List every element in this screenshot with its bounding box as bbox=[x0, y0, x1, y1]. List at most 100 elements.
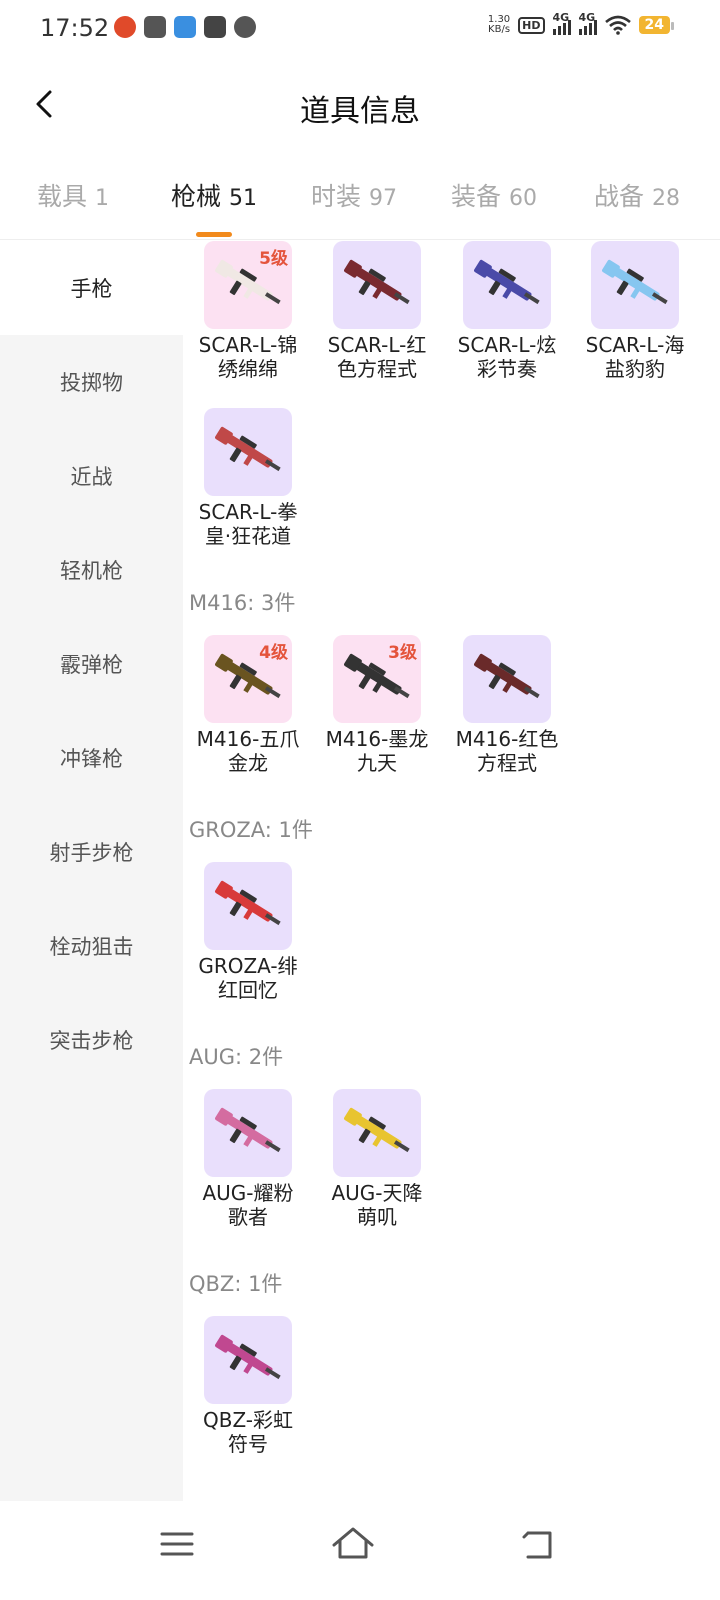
tab-equipment[interactable]: 装备 60 bbox=[451, 177, 537, 213]
weapon-thumbnail bbox=[591, 241, 679, 329]
category-tabs: 载具 1 枪械 51 时装 97 装备 60 战备 28 bbox=[0, 165, 720, 240]
weapon-thumbnail bbox=[333, 1089, 421, 1177]
weapon-thumbnail bbox=[463, 635, 551, 723]
weapon-thumbnail bbox=[204, 862, 292, 950]
group-label-aug: AUG: 2件 bbox=[189, 1045, 284, 1069]
rifle-icon bbox=[602, 259, 668, 305]
weapon-skin-item[interactable]: SCAR-L-海 盐豹豹 bbox=[570, 241, 700, 381]
group-label-groza: GROZA: 1件 bbox=[189, 818, 313, 842]
rifle-icon bbox=[344, 259, 410, 305]
rifle-icon bbox=[215, 880, 281, 926]
tab-label: 装备 bbox=[451, 182, 502, 211]
weapon-skin-item[interactable]: QBZ-彩虹 符号 bbox=[183, 1316, 313, 1456]
weapon-thumbnail: 3级 bbox=[333, 635, 421, 723]
weapon-thumbnail bbox=[204, 1089, 292, 1177]
wifi-icon bbox=[604, 15, 631, 35]
weapon-thumbnail bbox=[204, 1316, 292, 1404]
tab-guns[interactable]: 枪械 51 bbox=[171, 177, 257, 213]
return-icon bbox=[522, 1531, 552, 1559]
rifle-icon bbox=[215, 1334, 281, 1380]
sidebar-item-bolt-action[interactable]: 栓动狙击 bbox=[0, 899, 183, 993]
group-label-qbz: QBZ: 1件 bbox=[189, 1272, 283, 1296]
sidebar-item-smg[interactable]: 冲锋枪 bbox=[0, 711, 183, 805]
sidebar-item-melee[interactable]: 近战 bbox=[0, 429, 183, 523]
tab-count: 28 bbox=[651, 186, 680, 211]
weapon-skin-name: QBZ-彩虹 符号 bbox=[202, 1408, 294, 1456]
system-nav-bar bbox=[0, 1501, 720, 1600]
sidebar-item-pistol[interactable]: 手枪 bbox=[0, 241, 183, 335]
rifle-icon bbox=[474, 259, 540, 305]
sidebar-item-dmr[interactable]: 射手步枪 bbox=[0, 805, 183, 899]
app-notification-icon bbox=[144, 16, 166, 38]
weapon-skin-item[interactable]: SCAR-L-炫 彩节奏 bbox=[442, 241, 572, 381]
weapon-skin-item[interactable]: SCAR-L-拳 皇·狂花道 bbox=[183, 408, 313, 548]
weapon-thumbnail bbox=[204, 408, 292, 496]
weapon-thumbnail bbox=[463, 241, 551, 329]
weapon-skin-item[interactable]: GROZA-绯 红回忆 bbox=[183, 862, 313, 1002]
weapon-skin-name: GROZA-绯 红回忆 bbox=[198, 954, 298, 1002]
weapon-skin-name: SCAR-L-拳 皇·狂花道 bbox=[198, 500, 298, 548]
weapon-skin-name: SCAR-L-炫 彩节奏 bbox=[457, 333, 557, 381]
signal-label: 4G bbox=[578, 11, 596, 24]
mail-icon bbox=[204, 16, 226, 38]
notification-icons bbox=[114, 16, 256, 38]
level-badge: 3级 bbox=[388, 643, 417, 663]
home-button[interactable] bbox=[328, 1519, 378, 1569]
battery-icon: 24 bbox=[638, 16, 675, 34]
active-tab-indicator bbox=[196, 232, 232, 237]
tab-label: 枪械 bbox=[171, 182, 222, 211]
weapon-thumbnail bbox=[333, 241, 421, 329]
back-nav-button[interactable] bbox=[514, 1519, 564, 1569]
weapon-thumbnail: 5级 bbox=[204, 241, 292, 329]
weapon-skin-item[interactable]: 5级 SCAR-L-锦 绣绵绵 bbox=[183, 241, 313, 381]
tab-label: 战备 bbox=[594, 182, 645, 211]
sidebar-item-throwables[interactable]: 投掷物 bbox=[0, 335, 183, 429]
weapon-skin-item[interactable]: 4级 M416-五爪 金龙 bbox=[183, 635, 313, 775]
header: 道具信息 bbox=[0, 60, 720, 150]
rifle-icon bbox=[344, 1107, 410, 1153]
weapon-skin-name: SCAR-L-海 盐豹豹 bbox=[585, 333, 685, 381]
menu-button[interactable] bbox=[152, 1519, 202, 1569]
tab-count: 97 bbox=[368, 186, 397, 211]
tab-supplies[interactable]: 战备 28 bbox=[594, 177, 680, 213]
signal-icon: 4G bbox=[552, 11, 571, 35]
weapon-skin-name: M416-红色 方程式 bbox=[455, 727, 559, 775]
net-speed-unit: KB/s bbox=[488, 24, 511, 35]
rifle-icon bbox=[215, 426, 281, 472]
weapon-category-sidebar: 手枪 投掷物 近战 轻机枪 霰弹枪 冲锋枪 射手步枪 栓动狙击 突击步枪 bbox=[0, 241, 183, 1501]
weapon-skin-item[interactable]: SCAR-L-红 色方程式 bbox=[312, 241, 442, 381]
home-icon bbox=[332, 1527, 374, 1559]
tab-vehicles[interactable]: 载具 1 bbox=[37, 177, 109, 213]
tab-outfits[interactable]: 时装 97 bbox=[311, 177, 397, 213]
status-bar: 17:52 1.30 KB/s HD 4G 4G 24 bbox=[0, 0, 720, 60]
sidebar-item-lmg[interactable]: 轻机枪 bbox=[0, 523, 183, 617]
weapon-skin-item[interactable]: AUG-耀粉 歌者 bbox=[183, 1089, 313, 1229]
weapon-skin-name: M416-墨龙 九天 bbox=[325, 727, 429, 775]
rifle-icon bbox=[215, 1107, 281, 1153]
tab-count: 60 bbox=[508, 186, 537, 211]
tab-count: 1 bbox=[94, 186, 109, 211]
sidebar-item-assault-rifle[interactable]: 突击步枪 bbox=[0, 993, 183, 1087]
hd-icon: HD bbox=[518, 16, 545, 34]
page-title: 道具信息 bbox=[300, 94, 420, 129]
weapon-skin-list: 5级 SCAR-L-锦 绣绵绵 SCAR-L-红 色方程式 SCAR-L-炫 彩节奏 … bbox=[183, 241, 720, 1501]
tab-count: 51 bbox=[228, 186, 257, 211]
weapon-skin-name: M416-五爪 金龙 bbox=[196, 727, 300, 775]
signal-label: 4G bbox=[552, 11, 570, 24]
weapon-skin-name: AUG-天降 萌叽 bbox=[331, 1181, 423, 1229]
sidebar-item-shotgun[interactable]: 霰弹枪 bbox=[0, 617, 183, 711]
weapon-skin-item[interactable]: M416-红色 方程式 bbox=[442, 635, 572, 775]
group-label-m416: M416: 3件 bbox=[189, 591, 296, 615]
status-time: 17:52 bbox=[40, 14, 110, 42]
net-speed: 1.30 KB/s bbox=[488, 15, 510, 35]
weapon-skin-item[interactable]: AUG-天降 萌叽 bbox=[312, 1089, 442, 1229]
weapon-skin-name: SCAR-L-锦 绣绵绵 bbox=[198, 333, 298, 381]
app-notification-icon bbox=[174, 16, 196, 38]
level-badge: 5级 bbox=[259, 249, 288, 269]
weapon-skin-name: SCAR-L-红 色方程式 bbox=[327, 333, 427, 381]
weapon-thumbnail: 4级 bbox=[204, 635, 292, 723]
app-notification-icon bbox=[114, 16, 136, 38]
weapon-skin-item[interactable]: 3级 M416-墨龙 九天 bbox=[312, 635, 442, 775]
level-badge: 4级 bbox=[259, 643, 288, 663]
tab-label: 载具 bbox=[37, 182, 88, 211]
